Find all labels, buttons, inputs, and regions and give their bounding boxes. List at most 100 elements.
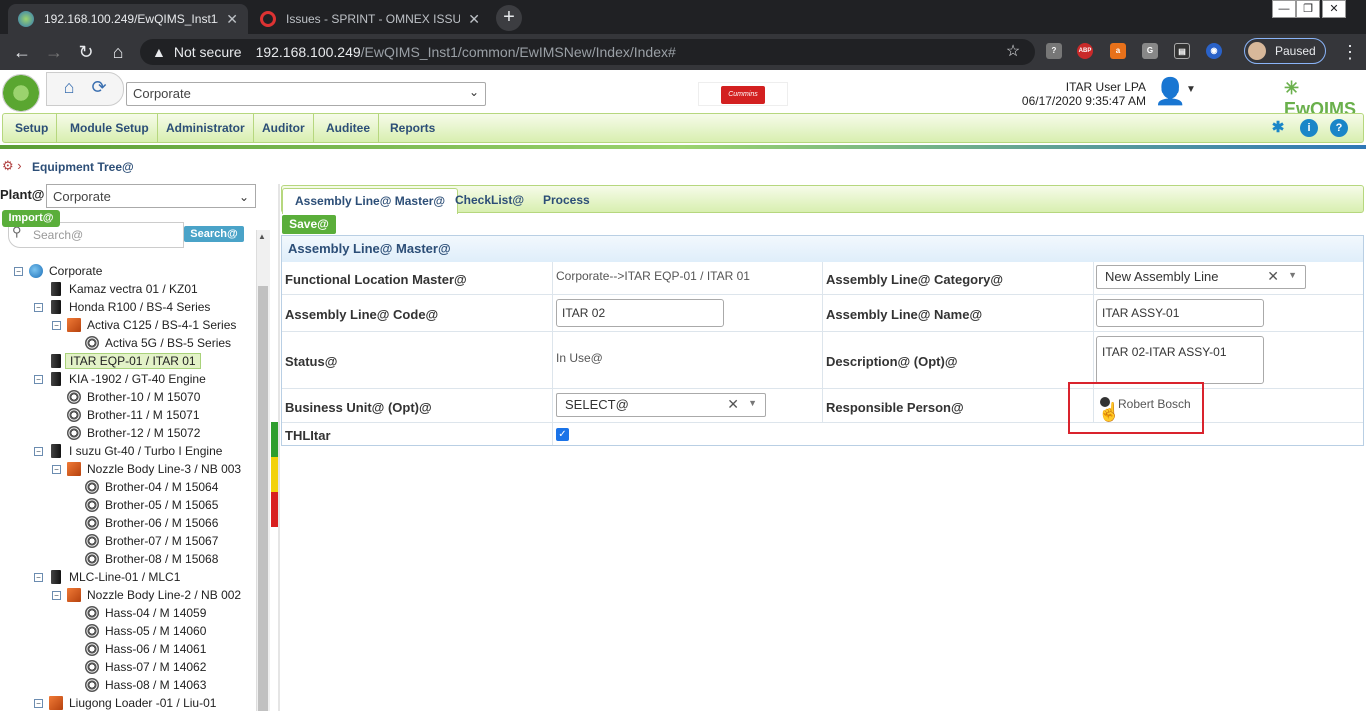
close-window-button[interactable]: ✕ [1322,0,1346,18]
tree-node-label[interactable]: Brother-04 / M 15064 [105,480,218,494]
tree-node-label[interactable]: KIA -1902 / GT-40 Engine [69,372,206,386]
tree-node-label[interactable]: Hass-06 / M 14061 [105,642,206,656]
tree-node-label[interactable]: I suzu Gt-40 / Turbo I Engine [69,444,222,458]
tree-node[interactable]: − Liugong Loader -01 / Liu-01 [34,694,216,711]
tree-node[interactable]: Brother-05 / M 15065 [70,496,218,514]
tree-node-label[interactable]: Brother-07 / M 15067 [105,534,218,548]
collapse-icon[interactable]: − [34,302,43,312]
address-bar[interactable]: ▲ Not secure 192.168.100.249/EwQIMS_Inst… [140,39,1035,65]
collapse-icon[interactable]: − [52,320,61,330]
restore-button[interactable]: ❐ [1296,0,1320,18]
tree-node[interactable]: Brother-11 / M 15071 [52,406,200,424]
tree-node[interactable]: Hass-04 / M 14059 [70,604,206,622]
tree-node-label[interactable]: ITAR EQP-01 / ITAR 01 [65,353,201,369]
description-textarea[interactable]: ITAR 02-ITAR ASSY-01 [1096,336,1264,384]
tree-node-label[interactable]: Activa 5G / BS-5 Series [105,336,231,350]
browser-tab-active[interactable]: 192.168.100.249/EwQIMS_Inst1/c ✕ [8,4,248,34]
tree-node-label[interactable]: Nozzle Body Line-2 / NB 002 [87,588,241,602]
responsible-person-value[interactable]: Robert Bosch [1118,397,1191,411]
adblock-icon[interactable]: ABP [1077,43,1093,59]
search-button[interactable]: Search@ [184,226,244,242]
collapse-icon[interactable]: − [52,464,61,474]
tree-node[interactable]: − Activa C125 / BS-4-1 Series [52,316,236,334]
reload-icon[interactable]: ↻ [74,42,98,62]
tree-node[interactable]: − MLC-Line-01 / MLC1 [34,568,180,586]
tree-node-label[interactable]: Hass-07 / M 14062 [105,660,206,674]
tree-node-label[interactable]: Hass-05 / M 14060 [105,624,206,638]
tree-node-label[interactable]: Brother-05 / M 15065 [105,498,218,512]
tree-node[interactable]: Brother-10 / M 15070 [52,388,200,406]
tree-node-label[interactable]: Corporate [49,264,102,278]
save-button[interactable]: Save@ [282,215,336,234]
category-select[interactable]: New Assembly Line ✕ ▼ [1096,265,1306,289]
tree-node[interactable]: − I suzu Gt-40 / Turbo I Engine [34,442,222,460]
tree-node-label[interactable]: Brother-12 / M 15072 [87,426,200,440]
tab-close-icon[interactable]: ✕ [226,11,238,28]
tree-node[interactable]: ITAR EQP-01 / ITAR 01 [34,352,201,370]
collapse-icon[interactable]: − [52,590,61,600]
tree-node[interactable]: Hass-05 / M 14060 [70,622,206,640]
extension-doc-icon[interactable]: ▤ [1174,43,1190,59]
minimize-button[interactable]: — [1272,0,1296,18]
extension-a-icon[interactable]: a [1110,43,1126,59]
tab-process[interactable]: Process [531,188,602,214]
tree-node[interactable]: Brother-07 / M 15067 [70,532,218,550]
menu-reports[interactable]: Reports [382,114,443,142]
info-icon[interactable]: i [1300,119,1318,137]
refresh-icon[interactable]: ⟳ [87,77,111,101]
clear-icon[interactable]: ✕ [1267,268,1279,285]
tree-node[interactable]: Hass-08 / M 14063 [70,676,206,694]
new-tab-button[interactable]: + [496,5,522,31]
tree-node-label[interactable]: Brother-11 / M 15071 [87,408,200,422]
home-icon[interactable]: ⌂ [57,77,81,101]
tree-node[interactable]: Brother-06 / M 15066 [70,514,218,532]
collapse-icon[interactable]: − [34,374,43,384]
tree-node[interactable]: − Nozzle Body Line-3 / NB 003 [52,460,241,478]
collapse-icon[interactable]: − [34,446,43,456]
menu-auditor[interactable]: Auditor [254,114,314,142]
tree-node[interactable]: Activa 5G / BS-5 Series [70,334,231,352]
browser-tab[interactable]: Issues - SPRINT - OMNEX ISSUE ✕ [250,4,490,34]
help-icon[interactable]: ? [1330,119,1348,137]
pane-splitter[interactable] [278,184,280,711]
tree-node[interactable]: − KIA -1902 / GT-40 Engine [34,370,206,388]
tree-node-label[interactable]: Kamaz vectra 01 / KZ01 [69,282,198,296]
browser-menu-icon[interactable]: ⋮ [1338,42,1362,62]
tree-node-label[interactable]: Brother-10 / M 15070 [87,390,200,404]
collapse-icon[interactable]: − [34,572,43,582]
tab-assembly-line-master[interactable]: Assembly Line@ Master@ [282,188,459,214]
menu-setup[interactable]: Setup [7,114,58,142]
back-icon[interactable]: ← [10,42,34,62]
tree-node[interactable]: − Honda R100 / BS-4 Series [34,298,210,316]
collapse-icon[interactable]: − [34,698,43,708]
collapse-icon[interactable]: − [14,266,23,276]
dropdown-arrow-icon[interactable]: ▼ [1288,270,1297,280]
menu-module-setup[interactable]: Module Setup [62,114,158,142]
thlitar-checkbox[interactable]: ✓ [556,428,569,441]
tree-node-label[interactable]: Brother-08 / M 15068 [105,552,218,566]
tree-node[interactable]: − Corporate [14,262,102,280]
pin-icon[interactable]: ✱ [1269,119,1287,137]
extension-shield-icon[interactable]: ? [1046,43,1062,59]
profile-button[interactable]: Paused [1244,38,1326,64]
tab-checklist[interactable]: CheckList@ [443,188,536,214]
user-avatar-icon[interactable]: 👤 [1154,76,1186,106]
tree-node[interactable]: Kamaz vectra 01 / KZ01 [34,280,198,298]
bookmark-star-icon[interactable]: ☆ [1001,42,1025,62]
tree-node-label[interactable]: Activa C125 / BS-4-1 Series [87,318,236,332]
plant-select[interactable]: Corporate ⌄ [126,82,486,106]
menu-auditee[interactable]: Auditee [318,114,380,142]
tree-node-label[interactable]: Hass-08 / M 14063 [105,678,206,692]
user-menu-chevron-icon[interactable]: ▼ [1186,84,1196,95]
tree-node-label[interactable]: Honda R100 / BS-4 Series [69,300,210,314]
tree-scrollbar-thumb[interactable] [258,286,268,711]
home-icon[interactable]: ⌂ [106,42,130,62]
tree-node[interactable]: Hass-07 / M 14062 [70,658,206,676]
tree-node-label[interactable]: Hass-04 / M 14059 [105,606,206,620]
import-button[interactable]: Import@ [2,210,60,227]
tree-node-label[interactable]: MLC-Line-01 / MLC1 [69,570,180,584]
tab-close-icon[interactable]: ✕ [468,11,480,28]
tree-node-label[interactable]: Nozzle Body Line-3 / NB 003 [87,462,241,476]
extension-g-icon[interactable]: G [1142,43,1158,59]
tree-node[interactable]: Brother-04 / M 15064 [70,478,218,496]
